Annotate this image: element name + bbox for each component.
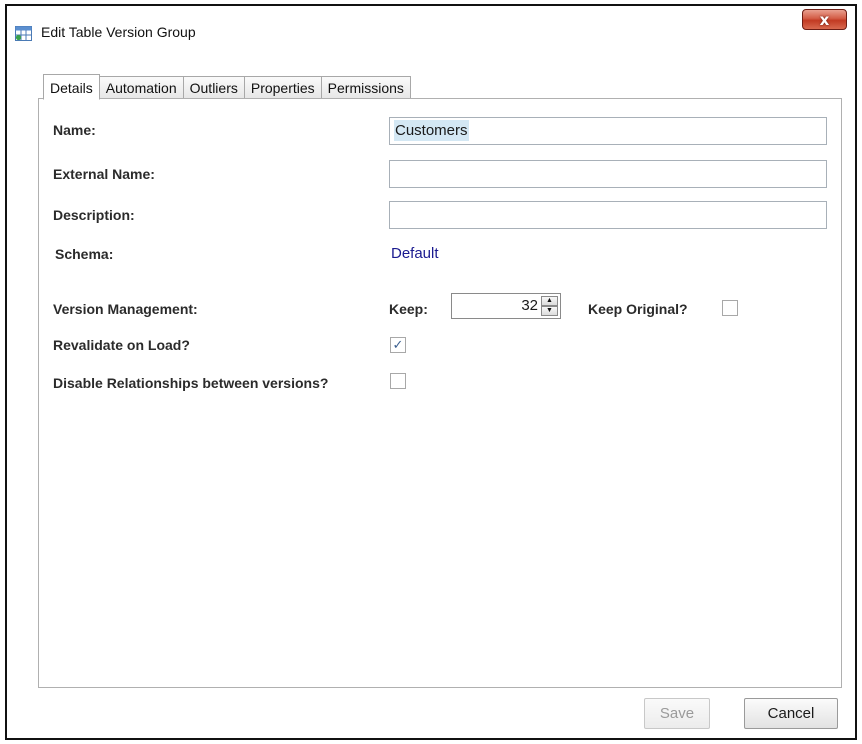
version-management-label: Version Management: bbox=[53, 301, 198, 317]
tab-bar: Details Automation Outliers Properties P… bbox=[43, 74, 411, 100]
spin-down-icon[interactable]: ▼ bbox=[541, 306, 558, 316]
spin-up-icon[interactable]: ▲ bbox=[541, 296, 558, 306]
tab-automation[interactable]: Automation bbox=[98, 76, 184, 99]
tab-permissions[interactable]: Permissions bbox=[320, 76, 411, 99]
edit-table-version-group-dialog: Edit Table Version Group x Details Autom… bbox=[5, 4, 857, 740]
name-input[interactable]: Customers bbox=[389, 117, 827, 145]
schema-link[interactable]: Default bbox=[391, 245, 439, 262]
description-input[interactable] bbox=[389, 201, 827, 229]
checkmark-icon: ✓ bbox=[392, 337, 404, 352]
close-button[interactable]: x bbox=[802, 9, 847, 30]
tab-outliers[interactable]: Outliers bbox=[182, 76, 245, 99]
external-name-input[interactable] bbox=[389, 160, 827, 188]
table-icon bbox=[15, 26, 32, 41]
revalidate-label: Revalidate on Load? bbox=[53, 337, 190, 353]
disable-relationships-label: Disable Relationships between versions? bbox=[53, 375, 329, 391]
revalidate-checkbox[interactable]: ✓ bbox=[390, 337, 406, 353]
title-bar[interactable]: Edit Table Version Group x bbox=[7, 6, 855, 56]
keep-original-label: Keep Original? bbox=[588, 301, 688, 317]
save-button[interactable]: Save bbox=[644, 698, 710, 729]
tab-details[interactable]: Details bbox=[43, 74, 100, 100]
description-label: Description: bbox=[53, 207, 135, 223]
keep-original-checkbox[interactable] bbox=[722, 300, 738, 316]
name-input-value: Customers bbox=[394, 120, 469, 141]
name-label: Name: bbox=[53, 122, 96, 138]
keep-label: Keep: bbox=[389, 301, 428, 317]
dialog-title: Edit Table Version Group bbox=[41, 24, 196, 40]
keep-spinner[interactable]: 32 ▲ ▼ bbox=[451, 293, 561, 319]
close-icon: x bbox=[819, 10, 830, 29]
cancel-button[interactable]: Cancel bbox=[744, 698, 838, 729]
disable-relationships-checkbox[interactable] bbox=[390, 373, 406, 389]
external-name-label: External Name: bbox=[53, 166, 155, 182]
keep-spinner-value: 32 bbox=[521, 297, 538, 314]
schema-label: Schema: bbox=[55, 246, 114, 262]
tab-properties[interactable]: Properties bbox=[243, 76, 322, 99]
